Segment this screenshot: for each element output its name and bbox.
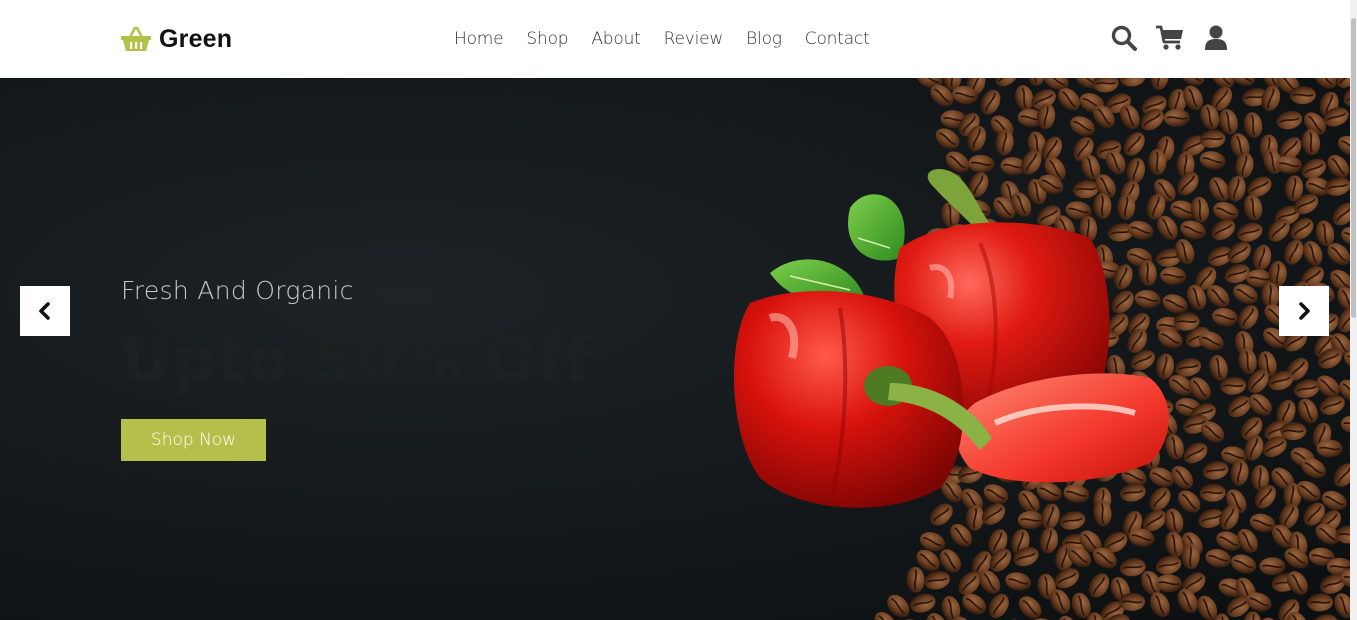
- hero-headline: Upto 50% Off: [121, 323, 593, 396]
- slider-prev-button[interactable]: [20, 286, 70, 336]
- site-header: Green Home Shop About Review Blog Contac…: [0, 0, 1350, 78]
- slider-next-button[interactable]: [1279, 286, 1329, 336]
- hero-slider: Fresh And Organic Upto 50% Off Shop Now: [0, 78, 1350, 620]
- hero-subtitle: Fresh And Organic: [121, 276, 354, 305]
- red-peppers-image: [733, 168, 1169, 508]
- page-scrollbar[interactable]: [1350, 0, 1357, 620]
- logo[interactable]: Green: [121, 22, 232, 56]
- nav-home[interactable]: Home: [454, 29, 504, 49]
- header-actions: [1092, 24, 1230, 52]
- chevron-left-icon: [39, 302, 50, 320]
- brand-name: Green: [159, 24, 233, 53]
- user-icon[interactable]: [1202, 24, 1230, 52]
- shop-now-button[interactable]: Shop Now: [121, 419, 266, 461]
- search-icon[interactable]: [1110, 24, 1138, 52]
- chevron-right-icon: [1299, 302, 1310, 320]
- cart-icon[interactable]: [1156, 24, 1184, 52]
- nav-shop[interactable]: Shop: [526, 29, 568, 49]
- nav-contact[interactable]: Contact: [805, 29, 870, 49]
- basket-icon: [121, 26, 151, 51]
- scrollbar-thumb[interactable]: [1351, 18, 1356, 318]
- nav-about[interactable]: About: [591, 29, 640, 49]
- nav-review[interactable]: Review: [664, 29, 724, 49]
- nav-blog[interactable]: Blog: [746, 29, 782, 49]
- main-nav: Home Shop About Review Blog Contact: [454, 27, 870, 51]
